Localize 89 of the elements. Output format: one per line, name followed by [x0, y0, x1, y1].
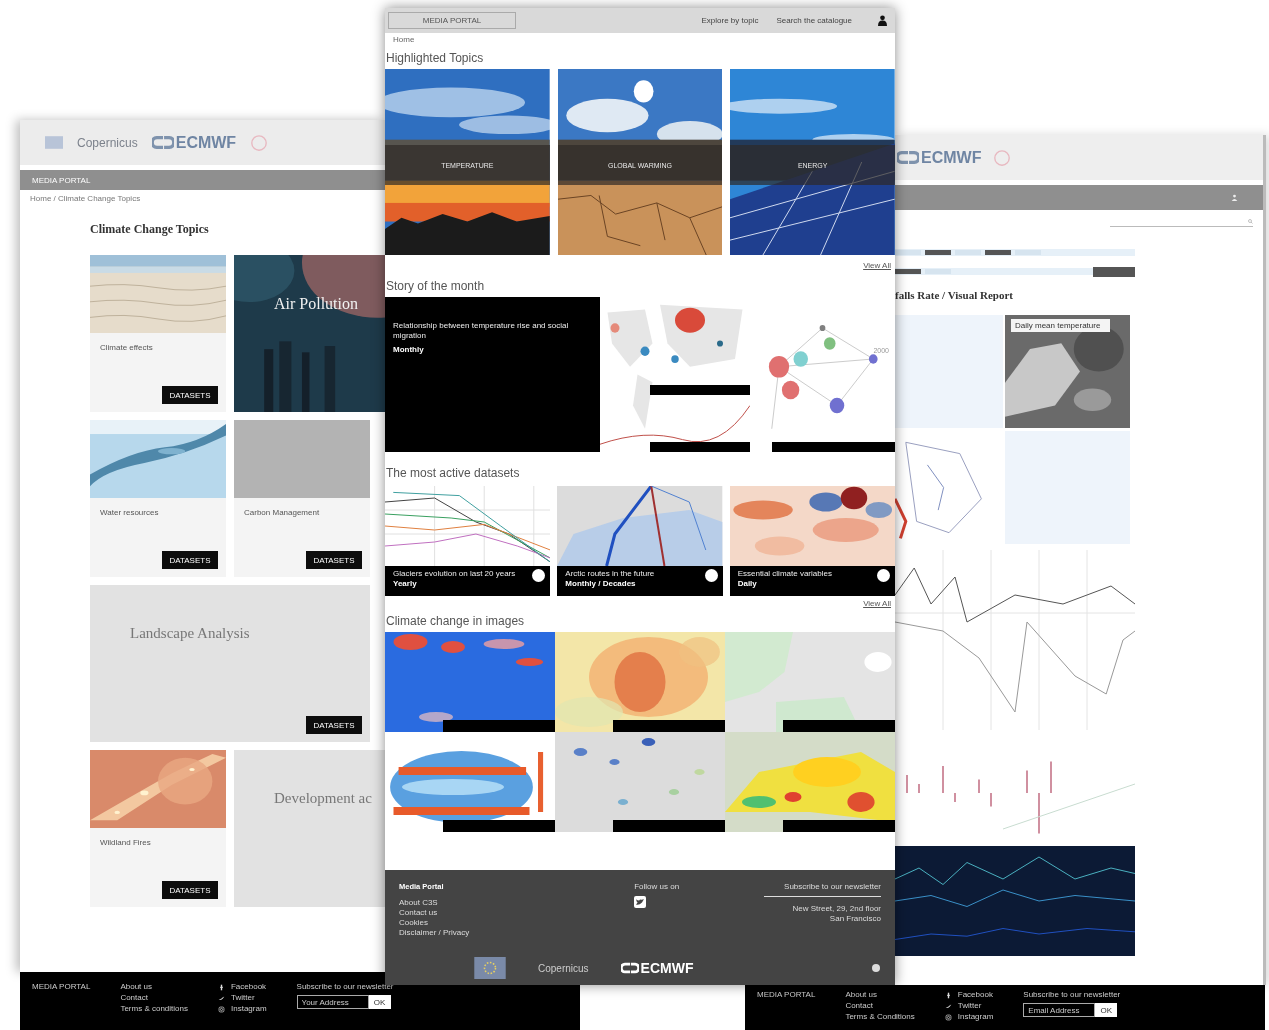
datasets-button[interactable]: DATASETS: [306, 716, 362, 734]
logo-text: Copernicus: [77, 135, 138, 150]
dataset-title: Glaciers evolution on last 20 years: [393, 569, 516, 578]
footer-link[interactable]: Contact us: [399, 908, 438, 917]
footer-link[interactable]: About us: [845, 990, 915, 1000]
dataset-caption[interactable]: Glaciers evolution on last 20 years Yearly: [385, 566, 551, 596]
card-title: Development ac: [274, 790, 372, 807]
card-title: Carbon Management: [244, 508, 320, 517]
footer-link[interactable]: About us: [120, 982, 188, 992]
dataset-caption[interactable]: Essential climate variables Daily: [729, 566, 895, 596]
follow-label: Follow us on: [634, 882, 680, 891]
email-field[interactable]: Your Address: [296, 995, 369, 1009]
ok-button[interactable]: OK: [1095, 1003, 1118, 1017]
newsletter-label: Subscribe to our newsletter: [296, 982, 394, 992]
story-headline: Relationship between temperature rise and social migration: [393, 321, 570, 342]
logo-icon: [620, 962, 639, 974]
footer-link[interactable]: Terms & Conditions: [845, 1012, 915, 1022]
address-line: San Francisco: [829, 914, 881, 923]
dataset-frequency: Daily: [737, 579, 758, 588]
round-badge[interactable]: [532, 569, 546, 582]
address-line: New Street, 29, 2nd floor: [792, 904, 881, 913]
search-icon: [1248, 218, 1253, 224]
section-title: Climate change in images: [385, 613, 526, 630]
footer-link[interactable]: About C3S: [399, 898, 438, 907]
view-all-link[interactable]: View All: [863, 260, 891, 270]
social-link[interactable]: Facebook: [231, 982, 267, 992]
datasets-button[interactable]: DATASETS: [162, 386, 218, 404]
footer-link[interactable]: Terms & conditions: [120, 1004, 188, 1014]
social-link[interactable]: Instagram: [231, 1004, 267, 1014]
round-badge[interactable]: [877, 569, 890, 582]
ok-button[interactable]: OK: [368, 995, 391, 1009]
datasets-button[interactable]: DATASETS: [162, 551, 218, 569]
map-label: Daily mean temperature: [1011, 319, 1111, 332]
search-field[interactable]: [1110, 216, 1253, 227]
site-name: MEDIA PORTAL: [32, 175, 91, 185]
section-title: The most active datasets: [385, 465, 521, 482]
logo-icon: [151, 135, 174, 150]
email-field[interactable]: Email Address: [1023, 1003, 1096, 1017]
social-icon[interactable]: [944, 1002, 952, 1010]
newsletter-link[interactable]: Subscribe to our newsletter: [764, 882, 881, 897]
social-icon[interactable]: [218, 994, 225, 1002]
story-frequency: Monthly: [393, 344, 424, 354]
view-all-link[interactable]: View All: [863, 598, 891, 608]
user-icon[interactable]: [878, 15, 887, 26]
card-title: Wildland Fires: [100, 838, 151, 847]
logo-icon: [897, 150, 919, 165]
logo-text: ECMWF: [921, 148, 982, 167]
apply-button[interactable]: [1093, 266, 1135, 277]
social-link[interactable]: Instagram: [957, 1012, 994, 1022]
breadcrumb: Home: [392, 34, 415, 46]
flag-icon: [474, 957, 506, 979]
dataset-frequency: Monthly / Decades: [565, 579, 637, 588]
datasets-button[interactable]: DATASETS: [162, 881, 218, 899]
newsletter-label: Subscribe to our newsletter: [1023, 990, 1121, 1000]
bird-icon[interactable]: [634, 896, 647, 908]
nav-link[interactable]: Search the catalogue: [776, 16, 852, 25]
logo-text: ECMWF: [640, 960, 694, 976]
dataset-title: Essential climate variables: [737, 569, 832, 578]
social-link[interactable]: Facebook: [957, 990, 993, 1000]
social-link[interactable]: Twitter: [957, 1001, 982, 1011]
social-link[interactable]: Twitter: [231, 993, 255, 1003]
card-title: Water resources: [100, 508, 159, 517]
page-title: Climate Change Topics: [90, 222, 209, 237]
circle-logo-icon: [993, 148, 1012, 167]
breadcrumb: Home / Climate Change Topics: [29, 193, 142, 205]
footer-link[interactable]: Contact: [120, 993, 188, 1003]
circle-icon[interactable]: [871, 963, 881, 973]
footer-link[interactable]: Disclaimer / Privacy: [399, 928, 470, 937]
logo-text: Copernicus: [538, 962, 589, 974]
section-title: falls Rate / Visual Report: [895, 289, 1014, 301]
flag-icon: [45, 136, 63, 149]
section-title: Story of the month: [385, 278, 486, 295]
dataset-title: Arctic routes in the future: [565, 569, 655, 578]
card-title: Climate effects: [100, 343, 153, 352]
dataset-caption[interactable]: Arctic routes in the future Monthly / Decades: [557, 566, 723, 596]
circle-logo-icon: [250, 133, 269, 152]
footer-link[interactable]: Contact: [845, 1001, 915, 1011]
site-logo[interactable]: MEDIA PORTAL: [388, 12, 516, 29]
datasets-button[interactable]: DATASETS: [306, 551, 362, 569]
logo-text: ECMWF: [175, 133, 237, 152]
dataset-frequency: Yearly: [393, 579, 418, 588]
footer-link[interactable]: Cookies: [399, 918, 428, 927]
round-badge[interactable]: [704, 569, 718, 582]
social-icon[interactable]: [944, 991, 952, 999]
footer-brand: MEDIA PORTAL: [757, 990, 816, 999]
card-title: Landscape Analysis: [130, 625, 250, 642]
section-title: Highlighted Topics: [385, 50, 485, 67]
footer-brand: MEDIA PORTAL: [32, 982, 91, 991]
nav-link[interactable]: Explore by topic: [701, 16, 759, 25]
